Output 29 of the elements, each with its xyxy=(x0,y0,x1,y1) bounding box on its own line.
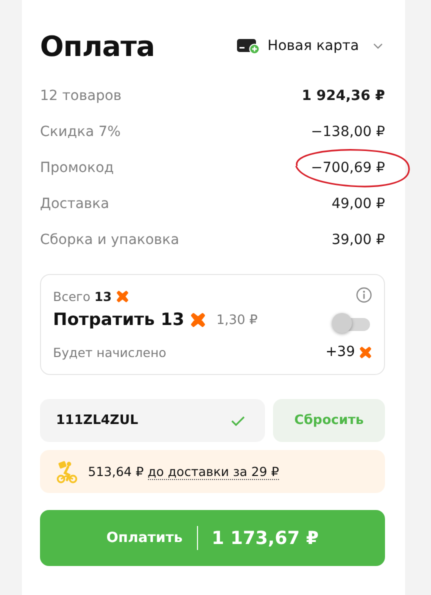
summary-label: 12 товаров xyxy=(40,88,122,104)
summary-value: 39,00 ₽ xyxy=(332,232,385,248)
info-icon[interactable] xyxy=(356,287,372,303)
spend-bonus-value: 1,30 ₽ xyxy=(216,312,258,328)
summary-label: Скидка 7% xyxy=(40,124,121,140)
card-icon xyxy=(236,38,260,54)
summary-value: −700,69 ₽ xyxy=(310,160,385,176)
summary-value: 49,00 ₽ xyxy=(332,196,385,212)
accrual-value: +39 xyxy=(325,344,355,360)
summary-label: Промокод xyxy=(40,160,114,176)
bonus-total-label: Всего xyxy=(53,289,90,304)
page-title: Оплата xyxy=(40,30,155,62)
summary-value: −138,00 ₽ xyxy=(310,124,385,140)
toggle-switch[interactable] xyxy=(332,313,370,335)
summary-value: 1 924,36 ₽ xyxy=(302,88,385,104)
bonus-icon xyxy=(359,346,372,358)
chevron-down-icon xyxy=(373,43,383,49)
delivery-hint-text: 513,64 ₽ до доставки за 29 ₽ xyxy=(88,464,280,479)
payment-method-dropdown[interactable]: Новая карта xyxy=(230,37,385,55)
summary-label: Доставка xyxy=(40,196,110,212)
courier-bike-icon xyxy=(56,460,78,484)
promo-code-field[interactable]: 111ZL4ZUL xyxy=(40,399,265,442)
accrual-label: Будет начислено xyxy=(53,344,166,360)
summary-label: Сборка и упаковка xyxy=(40,232,180,248)
delivery-link[interactable]: до доставки за 29 ₽ xyxy=(148,464,280,480)
bonus-total: 13 xyxy=(94,289,112,304)
bonus-icon xyxy=(116,290,129,303)
bonus-icon xyxy=(190,312,206,328)
spend-bonus-label: Потратить 13 xyxy=(53,310,184,330)
